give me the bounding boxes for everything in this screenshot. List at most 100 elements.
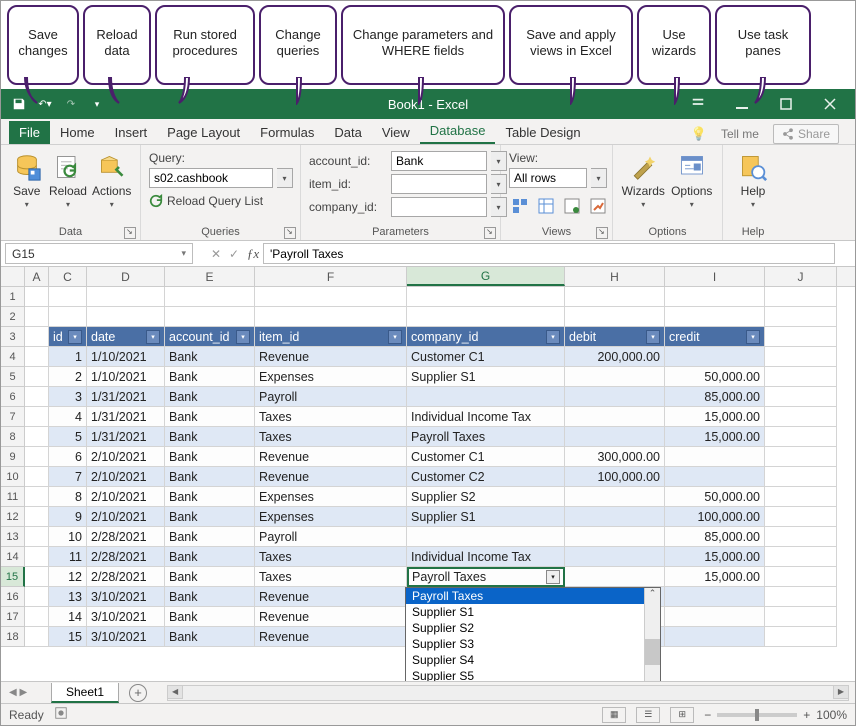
table-cell[interactable]: Bank — [165, 627, 255, 647]
row-header[interactable]: 12 — [1, 507, 25, 527]
table-cell[interactable] — [665, 627, 765, 647]
table-cell[interactable]: Supplier S1 — [407, 507, 565, 527]
qat-customize-icon[interactable]: ▾ — [89, 96, 105, 112]
col-header-F[interactable]: F — [255, 267, 407, 286]
table-cell[interactable]: 9 — [49, 507, 87, 527]
table-cell[interactable]: 1/31/2021 — [87, 407, 165, 427]
save-button[interactable]: Save▾ — [9, 149, 45, 209]
table-cell[interactable]: 2/10/2021 — [87, 467, 165, 487]
table-header-credit[interactable]: credit▾ — [665, 327, 765, 347]
row-header[interactable]: 18 — [1, 627, 25, 647]
table-cell[interactable]: Bank — [165, 467, 255, 487]
table-cell[interactable] — [665, 607, 765, 627]
qat-undo-icon[interactable]: ↶▾ — [37, 96, 53, 112]
table-cell[interactable] — [565, 407, 665, 427]
table-cell[interactable]: Bank — [165, 587, 255, 607]
table-cell[interactable]: Taxes — [255, 427, 407, 447]
param-input-1[interactable] — [391, 174, 487, 194]
views-dialog-launcher[interactable] — [596, 227, 608, 239]
dropdown-item[interactable]: Supplier S1 — [406, 604, 644, 620]
table-cell[interactable]: 13 — [49, 587, 87, 607]
table-cell[interactable]: 3/10/2021 — [87, 587, 165, 607]
row-header[interactable]: 3 — [1, 327, 25, 347]
qat-redo-icon[interactable]: ↷ — [63, 96, 79, 112]
table-cell[interactable]: Supplier S2 — [407, 487, 565, 507]
menu-page-layout[interactable]: Page Layout — [157, 121, 250, 144]
table-cell[interactable]: 2/10/2021 — [87, 447, 165, 467]
actions-button[interactable]: Actions▾ — [91, 149, 132, 209]
table-cell[interactable]: 100,000.00 — [665, 507, 765, 527]
table-cell[interactable]: 2/28/2021 — [87, 547, 165, 567]
row-header[interactable]: 13 — [1, 527, 25, 547]
table-cell[interactable] — [665, 447, 765, 467]
maximize-icon[interactable] — [771, 94, 801, 114]
table-cell[interactable]: 12 — [49, 567, 87, 587]
menu-table-design[interactable]: Table Design — [495, 121, 590, 144]
close-icon[interactable] — [815, 94, 845, 114]
row-header[interactable]: 15 — [1, 567, 25, 587]
cell-dropdown-button[interactable]: ▾ — [546, 570, 560, 584]
dropdown-item[interactable]: Supplier S3 — [406, 636, 644, 652]
zoom-slider[interactable] — [717, 713, 797, 717]
table-cell[interactable] — [565, 367, 665, 387]
table-cell[interactable] — [565, 527, 665, 547]
options-button[interactable]: Options▾ — [670, 149, 715, 209]
row-header[interactable]: 14 — [1, 547, 25, 567]
filter-button[interactable]: ▾ — [146, 330, 160, 344]
parameters-dialog-launcher[interactable] — [484, 227, 496, 239]
view-dropdown-button[interactable]: ▾ — [591, 168, 607, 188]
dropdown-item[interactable]: Supplier S5 — [406, 668, 644, 681]
table-cell[interactable]: 14 — [49, 607, 87, 627]
sheet-tab-active[interactable]: Sheet1 — [51, 683, 119, 703]
table-cell[interactable]: 8 — [49, 487, 87, 507]
table-cell[interactable]: 1/10/2021 — [87, 367, 165, 387]
table-cell[interactable]: Bank — [165, 507, 255, 527]
table-cell[interactable] — [665, 587, 765, 607]
table-cell[interactable]: Payroll Taxes — [407, 427, 565, 447]
table-cell[interactable]: 1/31/2021 — [87, 387, 165, 407]
row-header[interactable]: 9 — [1, 447, 25, 467]
row-header[interactable]: 10 — [1, 467, 25, 487]
tellme-icon[interactable]: 💡 — [691, 126, 707, 142]
table-cell[interactable]: 1/31/2021 — [87, 427, 165, 447]
table-cell[interactable]: 200,000.00 — [565, 347, 665, 367]
table-cell[interactable] — [665, 347, 765, 367]
table-cell[interactable] — [565, 547, 665, 567]
table-cell[interactable]: 15,000.00 — [665, 547, 765, 567]
view-input[interactable] — [509, 168, 587, 188]
table-cell[interactable]: Supplier S1 — [407, 367, 565, 387]
table-cell[interactable]: 2/28/2021 — [87, 567, 165, 587]
table-cell[interactable]: Revenue — [255, 447, 407, 467]
table-header-debit[interactable]: debit▾ — [565, 327, 665, 347]
table-header-id[interactable]: id▾ — [49, 327, 87, 347]
table-cell[interactable]: Customer C1 — [407, 347, 565, 367]
table-cell[interactable] — [407, 527, 565, 547]
table-cell[interactable]: Bank — [165, 427, 255, 447]
param-input-0[interactable] — [391, 151, 487, 171]
reload-query-list-button[interactable]: Reload Query List — [149, 194, 293, 208]
table-cell[interactable]: 2/10/2021 — [87, 507, 165, 527]
table-cell[interactable]: 50,000.00 — [665, 367, 765, 387]
table-cell[interactable]: Taxes — [255, 567, 407, 587]
table-cell[interactable]: Expenses — [255, 367, 407, 387]
table-cell[interactable]: Revenue — [255, 607, 407, 627]
table-cell[interactable]: Expenses — [255, 507, 407, 527]
table-cell[interactable]: 7 — [49, 467, 87, 487]
table-cell[interactable]: Payroll — [255, 387, 407, 407]
table-cell[interactable]: 1/10/2021 — [87, 347, 165, 367]
table-cell[interactable]: 50,000.00 — [665, 487, 765, 507]
formula-input[interactable] — [263, 243, 835, 264]
table-cell[interactable]: Bank — [165, 567, 255, 587]
filter-button[interactable]: ▾ — [746, 330, 760, 344]
filter-button[interactable]: ▾ — [546, 330, 560, 344]
table-cell[interactable]: 15 — [49, 627, 87, 647]
table-cell[interactable]: Individual Income Tax — [407, 407, 565, 427]
table-cell[interactable] — [565, 427, 665, 447]
row-header[interactable]: 17 — [1, 607, 25, 627]
table-cell[interactable]: Payroll — [255, 527, 407, 547]
dropdown-scrollbar[interactable]: ⌃⌄ — [644, 588, 660, 681]
reload-button[interactable]: Reload▾ — [49, 149, 88, 209]
table-cell[interactable]: 300,000.00 — [565, 447, 665, 467]
name-box[interactable]: G15▾ — [5, 243, 193, 264]
table-cell[interactable]: Individual Income Tax — [407, 547, 565, 567]
